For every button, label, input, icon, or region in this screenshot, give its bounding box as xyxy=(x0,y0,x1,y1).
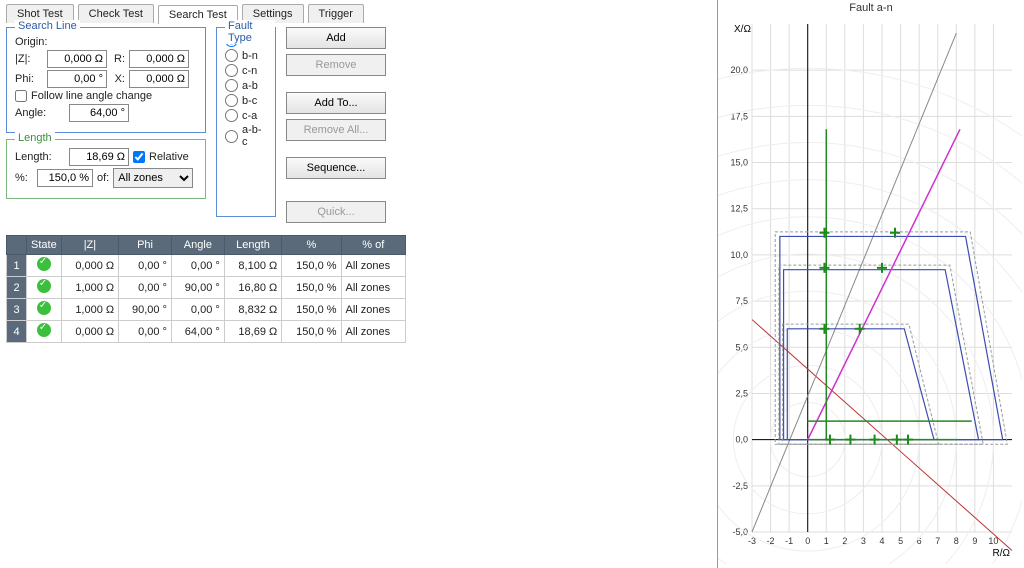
length-legend: Length xyxy=(15,132,55,144)
relative-checkbox[interactable] xyxy=(133,151,145,163)
z-input[interactable] xyxy=(47,50,107,68)
svg-text:-1: -1 xyxy=(785,536,793,546)
results-table-wrap: State |Z| Phi Angle Length % % of 1 0,00… xyxy=(6,235,711,343)
fault-a-b[interactable]: a-b xyxy=(225,79,267,92)
svg-text:9: 9 xyxy=(972,536,977,546)
table-row[interactable]: 2 1,000 Ω0,00 °90,00 °16,80 Ω150,0 %All … xyxy=(7,277,406,299)
svg-text:4: 4 xyxy=(879,536,884,546)
angle-input[interactable] xyxy=(69,104,129,122)
tab-trigger[interactable]: Trigger xyxy=(308,4,364,23)
quick-button[interactable]: Quick... xyxy=(286,201,386,223)
svg-text:1: 1 xyxy=(824,536,829,546)
th-z: |Z| xyxy=(61,236,118,255)
search-line-legend: Search Line xyxy=(15,20,80,32)
fault-c-a[interactable]: c-a xyxy=(225,109,267,122)
follow-label: Follow line angle change xyxy=(31,90,152,102)
th-phi: Phi xyxy=(119,236,172,255)
svg-text:7: 7 xyxy=(935,536,940,546)
svg-text:2,5: 2,5 xyxy=(735,388,748,398)
remove-button[interactable]: Remove xyxy=(286,54,386,76)
of-select[interactable]: All zones xyxy=(113,168,193,188)
x-input[interactable] xyxy=(129,70,189,88)
tab-bar: Shot Test Check Test Search Test Setting… xyxy=(6,4,711,23)
svg-text:-2,5: -2,5 xyxy=(732,481,748,491)
pct-input[interactable] xyxy=(37,169,93,187)
svg-text:0: 0 xyxy=(805,536,810,546)
button-column: Add Remove Add To... Remove All... Seque… xyxy=(286,27,386,223)
svg-text:8: 8 xyxy=(954,536,959,546)
z-label: |Z|: xyxy=(15,53,43,65)
follow-checkbox[interactable] xyxy=(15,90,27,102)
fault-type-legend: Fault Type xyxy=(225,20,275,44)
svg-text:15,0: 15,0 xyxy=(730,158,748,168)
fault-b-n[interactable]: b-n xyxy=(225,49,267,62)
th-state: State xyxy=(27,236,62,255)
svg-text:R/Ω: R/Ω xyxy=(993,548,1011,559)
svg-text:12,5: 12,5 xyxy=(730,204,748,214)
svg-text:X/Ω: X/Ω xyxy=(734,24,751,35)
th-angle: Angle xyxy=(171,236,224,255)
impedance-chart: -3-2-1012345678910-5,0-2,50,02,55,07,510… xyxy=(718,16,1022,564)
chart-title: Fault a-n xyxy=(718,0,1024,16)
angle-label: Angle: xyxy=(15,107,65,119)
x-label: X: xyxy=(111,73,125,85)
th-pct: % xyxy=(282,236,341,255)
table-row[interactable]: 3 1,000 Ω90,00 °0,00 °8,832 Ω150,0 %All … xyxy=(7,299,406,321)
svg-text:10,0: 10,0 xyxy=(730,250,748,260)
length-group: Length Length: Relative %: of: All zones xyxy=(6,139,206,199)
pct-label: %: xyxy=(15,172,33,184)
table-row[interactable]: 4 0,000 Ω0,00 °64,00 °18,69 Ω150,0 %All … xyxy=(7,321,406,343)
of-label: of: xyxy=(97,172,109,184)
check-icon xyxy=(37,323,51,337)
add-to-button[interactable]: Add To... xyxy=(286,92,386,114)
check-icon xyxy=(37,257,51,271)
fault-a-b-c[interactable]: a-b-c xyxy=(225,124,267,148)
th-pctof: % of xyxy=(341,236,405,255)
length-label: Length: xyxy=(15,151,65,163)
phi-label: Phi: xyxy=(15,73,43,85)
svg-text:0,0: 0,0 xyxy=(735,435,748,445)
relative-label: Relative xyxy=(149,151,189,163)
fault-b-c[interactable]: b-c xyxy=(225,94,267,107)
svg-text:5: 5 xyxy=(898,536,903,546)
r-label: R: xyxy=(111,53,125,65)
add-button[interactable]: Add xyxy=(286,27,386,49)
check-icon xyxy=(37,301,51,315)
table-row[interactable]: 1 0,000 Ω0,00 °0,00 °8,100 Ω150,0 %All z… xyxy=(7,255,406,277)
results-table: State |Z| Phi Angle Length % % of 1 0,00… xyxy=(6,235,406,343)
check-icon xyxy=(37,279,51,293)
search-line-group: Search Line Origin: |Z|: R: Phi: X: xyxy=(6,27,206,133)
length-input[interactable] xyxy=(69,148,129,166)
fault-c-n[interactable]: c-n xyxy=(225,64,267,77)
fault-type-group: Fault Type a-n b-n c-n a-b b-c c-a a-b-c xyxy=(216,27,276,217)
tab-check-test[interactable]: Check Test xyxy=(78,4,154,23)
sequence-button[interactable]: Sequence... xyxy=(286,157,386,179)
r-input[interactable] xyxy=(129,50,189,68)
origin-label: Origin: xyxy=(15,36,47,48)
phi-input[interactable] xyxy=(47,70,107,88)
remove-all-button[interactable]: Remove All... xyxy=(286,119,386,141)
th-length: Length xyxy=(224,236,281,255)
